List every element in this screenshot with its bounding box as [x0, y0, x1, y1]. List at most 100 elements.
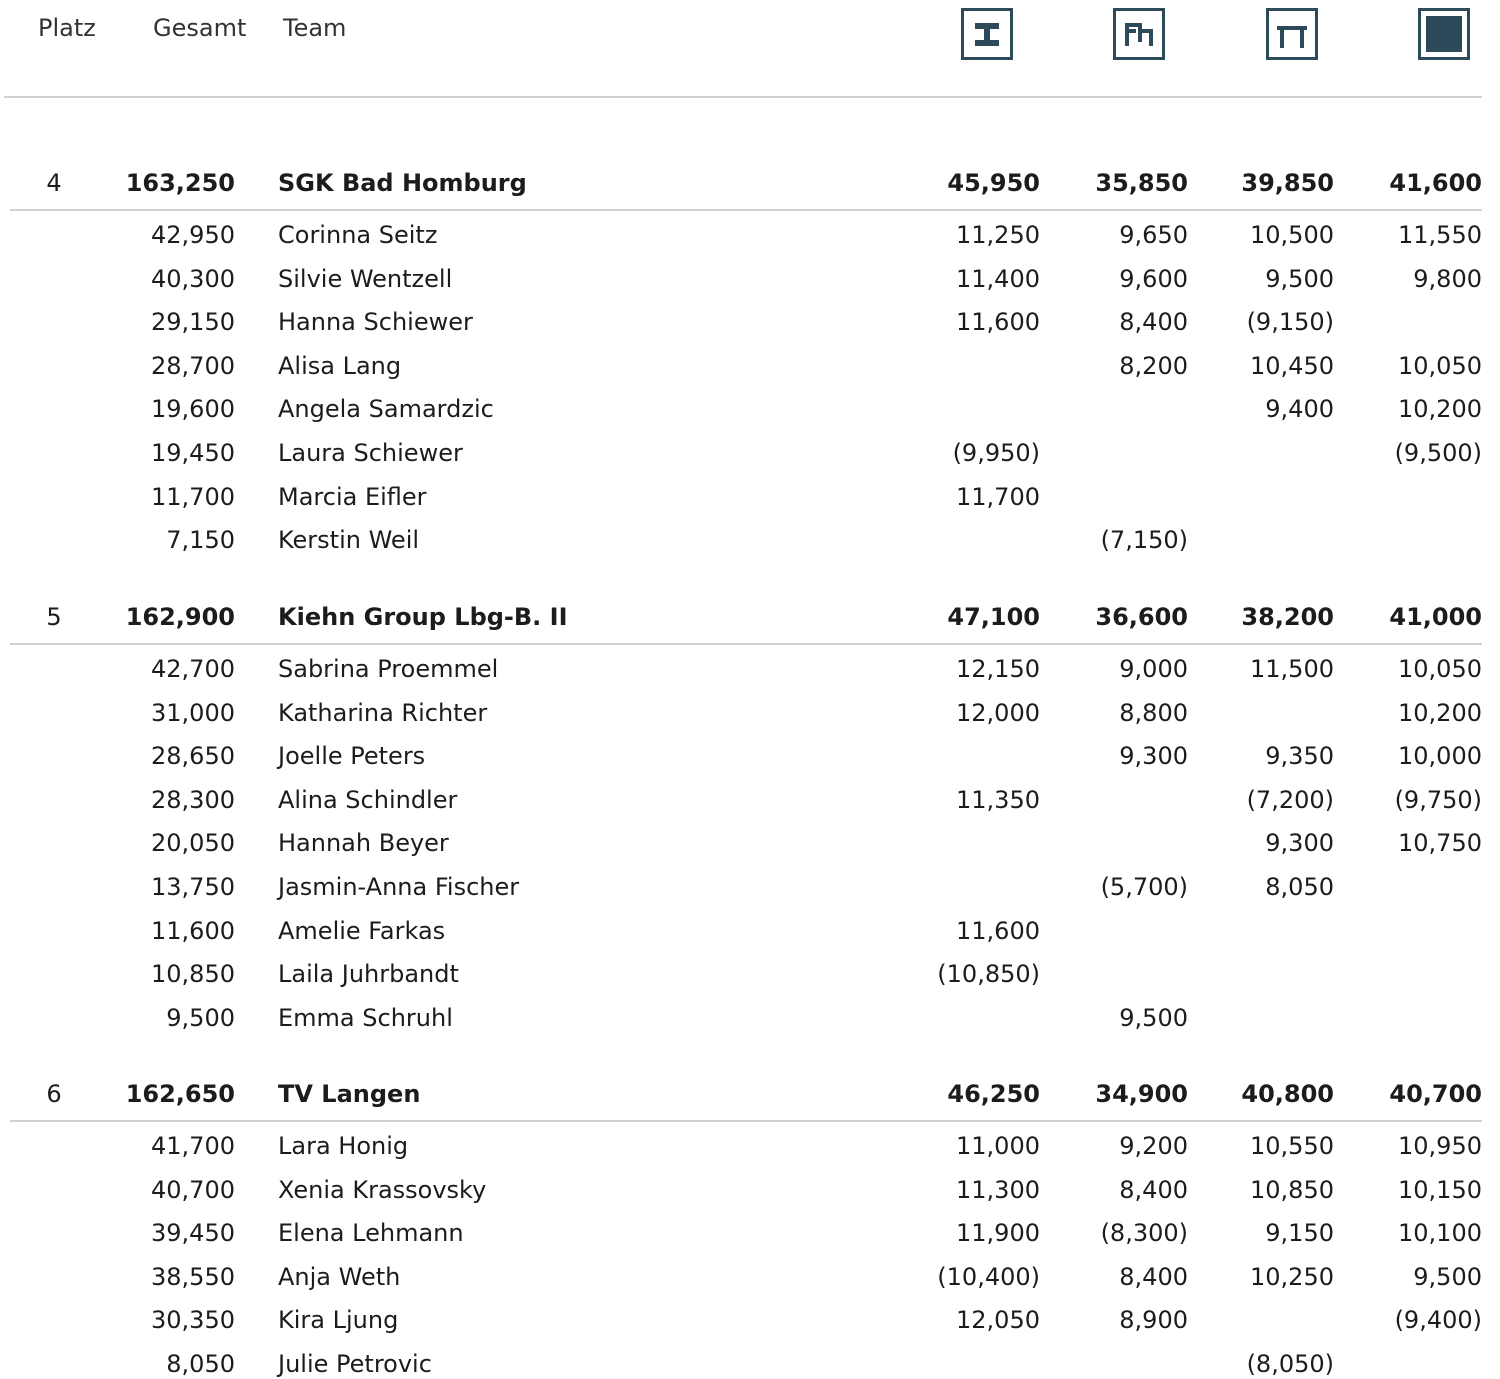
athlete-row[interactable]: 8,050 Julie Petrovic (8,050) — [0, 1343, 1500, 1379]
athlete-apparatus-score: 9,150 — [1265, 1219, 1334, 1247]
team-divider — [10, 643, 1482, 645]
athlete-total: 41,700 — [151, 1132, 235, 1160]
athlete-apparatus-score: 8,400 — [1119, 308, 1188, 336]
athlete-row[interactable]: 41,700 Lara Honig 11,000 9,200 10,550 10,950 — [0, 1125, 1500, 1168]
team-apparatus-score: 46,250 — [947, 1080, 1040, 1108]
athlete-total: 28,300 — [151, 786, 235, 814]
athlete-row[interactable]: 7,150 Kerstin Weil (7,150) — [0, 519, 1500, 562]
athlete-apparatus-score: 9,650 — [1119, 221, 1188, 249]
athlete-total: 10,850 — [151, 960, 235, 988]
athlete-apparatus-score: 11,550 — [1398, 221, 1482, 249]
athlete-row[interactable]: 40,300 Silvie Wentzell 11,400 9,600 9,500 9,8… — [0, 258, 1500, 301]
athlete-name: Corinna Seitz — [278, 221, 438, 249]
athlete-name: Lara Honig — [278, 1132, 409, 1160]
athlete-apparatus-score: 9,800 — [1413, 265, 1482, 293]
athlete-name: Jasmin-Anna Fischer — [278, 873, 520, 901]
athlete-total: 28,700 — [151, 352, 235, 380]
athlete-name: Hanna Schiewer — [278, 308, 473, 336]
athlete-row[interactable]: 28,700 Alisa Lang 8,200 10,450 10,050 — [0, 345, 1500, 388]
athlete-total: 7,150 — [166, 526, 235, 554]
team-row[interactable]: 6 162,650 TV Langen 46,250 34,900 40,800 40,70… — [0, 1073, 1500, 1116]
athlete-row[interactable]: 39,450 Elena Lehmann 11,900 (8,300) 9,150 10,… — [0, 1212, 1500, 1255]
team-total: 162,650 — [125, 1080, 235, 1108]
team-apparatus-score: 41,000 — [1389, 603, 1482, 631]
athlete-name: Alina Schindler — [278, 786, 458, 814]
athlete-apparatus-score: (10,400) — [937, 1263, 1040, 1291]
team-apparatus-score: 47,100 — [947, 603, 1040, 631]
athlete-apparatus-score: 10,450 — [1250, 352, 1334, 380]
athlete-name: Julie Petrovic — [278, 1350, 432, 1378]
athlete-row[interactable]: 13,750 Jasmin-Anna Fischer (5,700) 8,050 — [0, 866, 1500, 909]
athlete-total: 40,700 — [151, 1176, 235, 1204]
athlete-name: Katharina Richter — [278, 699, 488, 727]
athlete-total: 30,350 — [151, 1306, 235, 1334]
athlete-apparatus-score: 12,150 — [956, 655, 1040, 683]
athlete-apparatus-score: (10,850) — [937, 960, 1040, 988]
athlete-apparatus-score: 10,250 — [1250, 1263, 1334, 1291]
athlete-row[interactable]: 20,050 Hannah Beyer 9,300 10,750 — [0, 822, 1500, 865]
athlete-apparatus-score: 10,750 — [1398, 829, 1482, 857]
athlete-apparatus-score: 10,200 — [1398, 699, 1482, 727]
athlete-apparatus-score: (9,950) — [952, 439, 1040, 467]
athlete-row[interactable]: 9,500 Emma Schruhl 9,500 — [0, 997, 1500, 1040]
rank-column-header: Platz — [38, 14, 96, 42]
team-row[interactable]: 4 163,250 SGK Bad Homburg 45,950 35,850 39,85… — [0, 162, 1500, 205]
athlete-apparatus-score: 10,100 — [1398, 1219, 1482, 1247]
athlete-name: Sabrina Proemmel — [278, 655, 499, 683]
athlete-apparatus-score: 9,300 — [1119, 742, 1188, 770]
team-total: 162,900 — [125, 603, 235, 631]
athlete-total: 29,150 — [151, 308, 235, 336]
athlete-apparatus-score: 11,700 — [956, 483, 1040, 511]
team-name: TV Langen — [278, 1080, 421, 1108]
vault-icon — [961, 8, 1013, 60]
team-total: 163,250 — [125, 169, 235, 197]
athlete-name: Amelie Farkas — [278, 917, 446, 945]
athlete-apparatus-score: 9,200 — [1119, 1132, 1188, 1160]
athlete-row[interactable]: 19,450 Laura Schiewer (9,950) (9,500) — [0, 432, 1500, 475]
athlete-name: Laila Juhrbandt — [278, 960, 459, 988]
athlete-total: 28,650 — [151, 742, 235, 770]
athlete-row[interactable]: 28,650 Joelle Peters 9,300 9,350 10,000 — [0, 735, 1500, 778]
athlete-apparatus-score: 9,300 — [1265, 829, 1334, 857]
athlete-apparatus-score: 9,500 — [1413, 1263, 1482, 1291]
athlete-apparatus-score: 11,500 — [1250, 655, 1334, 683]
athlete-row[interactable]: 42,700 Sabrina Proemmel 12,150 9,000 11,500 1… — [0, 648, 1500, 691]
athlete-row[interactable]: 11,600 Amelie Farkas 11,600 — [0, 910, 1500, 953]
team-rank: 4 — [46, 169, 62, 197]
athlete-apparatus-score: 11,600 — [956, 917, 1040, 945]
athlete-apparatus-score: 9,500 — [1265, 265, 1334, 293]
balance-beam-icon — [1266, 8, 1318, 60]
athlete-row[interactable]: 31,000 Katharina Richter 12,000 8,800 10,200 — [0, 692, 1500, 735]
team-row[interactable]: 5 162,900 Kiehn Group Lbg-B. II 47,100 36,60… — [0, 596, 1500, 639]
athlete-row[interactable]: 30,350 Kira Ljung 12,050 8,900 (9,400) — [0, 1299, 1500, 1342]
athlete-row[interactable]: 10,850 Laila Juhrbandt (10,850) — [0, 953, 1500, 996]
team-apparatus-score: 40,700 — [1389, 1080, 1482, 1108]
team-apparatus-score: 39,850 — [1241, 169, 1334, 197]
team-divider — [10, 1120, 1482, 1122]
athlete-apparatus-score: 9,500 — [1119, 1004, 1188, 1032]
athlete-total: 9,500 — [166, 1004, 235, 1032]
athlete-row[interactable]: 42,950 Corinna Seitz 11,250 9,650 10,500 11,5… — [0, 214, 1500, 257]
athlete-apparatus-score: (5,700) — [1100, 873, 1188, 901]
athlete-row[interactable]: 19,600 Angela Samardzic 9,400 10,200 — [0, 388, 1500, 431]
athlete-name: Anja Weth — [278, 1263, 401, 1291]
athlete-total: 20,050 — [151, 829, 235, 857]
athlete-name: Alisa Lang — [278, 352, 402, 380]
athlete-name: Hannah Beyer — [278, 829, 449, 857]
athlete-total: 19,600 — [151, 395, 235, 423]
athlete-total: 42,700 — [151, 655, 235, 683]
athlete-total: 42,950 — [151, 221, 235, 249]
athlete-row[interactable]: 11,700 Marcia Eifler 11,700 — [0, 476, 1500, 519]
athlete-apparatus-score: 10,550 — [1250, 1132, 1334, 1160]
athlete-apparatus-score: 11,900 — [956, 1219, 1040, 1247]
athlete-row[interactable]: 28,300 Alina Schindler 11,350 (7,200) (9,750… — [0, 779, 1500, 822]
athlete-total: 8,050 — [166, 1350, 235, 1378]
athlete-row[interactable]: 40,700 Xenia Krassovsky 11,300 8,400 10,850 1… — [0, 1169, 1500, 1212]
athlete-total: 39,450 — [151, 1219, 235, 1247]
team-apparatus-score: 34,900 — [1095, 1080, 1188, 1108]
athlete-name: Joelle Peters — [278, 742, 426, 770]
athlete-row[interactable]: 29,150 Hanna Schiewer 11,600 8,400 (9,150) — [0, 301, 1500, 344]
athlete-apparatus-score: (9,400) — [1394, 1306, 1482, 1334]
athlete-apparatus-score: 10,050 — [1398, 655, 1482, 683]
athlete-row[interactable]: 38,550 Anja Weth (10,400) 8,400 10,250 9,500 — [0, 1256, 1500, 1299]
